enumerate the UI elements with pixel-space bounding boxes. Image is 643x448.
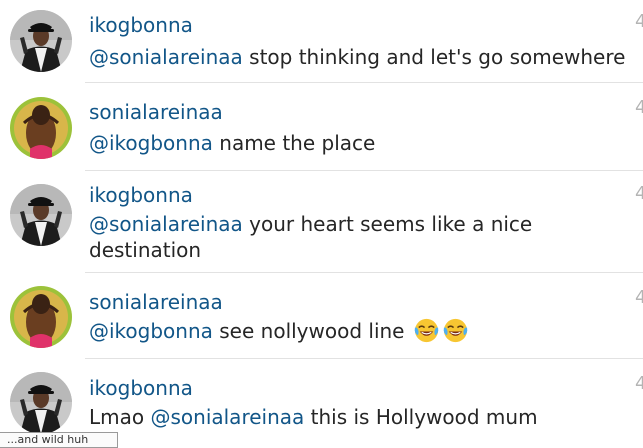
avatar-sonialareinaa[interactable] <box>10 97 72 159</box>
comment-timestamp: 4 <box>635 287 643 308</box>
comment-timestamp: 4 <box>635 373 643 394</box>
comment-username[interactable]: ikogbonna <box>89 13 193 37</box>
comment-timestamp: 4 <box>635 183 643 204</box>
comment-username[interactable]: sonialareinaa <box>89 290 223 314</box>
comment-text: Lmao @sonialareinaa this is Hollywood mu… <box>89 404 641 430</box>
avatar-ikogbonna[interactable] <box>10 184 72 246</box>
comment-mention[interactable]: @ikogbonna <box>89 319 213 343</box>
tooltip: ...and wild huh <box>0 432 118 448</box>
comment-timestamp: 4 <box>635 11 643 32</box>
comment-mention[interactable]: @sonialareinaa <box>89 212 243 236</box>
comment-text: @sonialareinaa your heart seems like a n… <box>89 211 589 263</box>
comment-username[interactable]: ikogbonna <box>89 183 193 207</box>
comment-body: this is Hollywood mum <box>304 405 538 429</box>
avatar-ikogbonna[interactable] <box>10 10 72 72</box>
comment-text: @sonialareinaa stop thinking and let's g… <box>89 44 641 70</box>
tears-of-joy-emoji-icon <box>443 318 468 343</box>
comment-item: sonialareinaa @ikogbonna see nollywood l… <box>0 273 643 359</box>
comment-item: ikogbonna @sonialareinaa your heart seem… <box>0 171 643 273</box>
comment-username[interactable]: ikogbonna <box>89 376 193 400</box>
comment-body: see nollywood line <box>212 319 405 343</box>
comment-timestamp: 4 <box>635 97 643 118</box>
comment-item: sonialareinaa @ikogbonna name the place … <box>0 83 643 171</box>
comment-prefix: Lmao <box>89 405 151 429</box>
comment-mention[interactable]: @ikogbonna <box>89 131 213 155</box>
comment-feed: ikogbonna @sonialareinaa stop thinking a… <box>0 0 643 441</box>
comment-mention[interactable]: @sonialareinaa <box>150 405 304 429</box>
comment-username[interactable]: sonialareinaa <box>89 100 223 124</box>
comment-text: @ikogbonna name the place <box>89 130 641 156</box>
comment-body: stop thinking and let's go somewhere <box>242 45 626 69</box>
comment-item: ikogbonna Lmao @sonialareinaa this is Ho… <box>0 359 643 441</box>
comment-item: ikogbonna @sonialareinaa stop thinking a… <box>0 0 643 83</box>
avatar-ikogbonna[interactable] <box>10 372 72 434</box>
comment-body: name the place <box>212 131 376 155</box>
comment-mention[interactable]: @sonialareinaa <box>89 45 243 69</box>
tears-of-joy-emoji-icon <box>414 318 439 343</box>
comment-text: @ikogbonna see nollywood line <box>89 317 641 344</box>
avatar-sonialareinaa[interactable] <box>10 286 72 348</box>
